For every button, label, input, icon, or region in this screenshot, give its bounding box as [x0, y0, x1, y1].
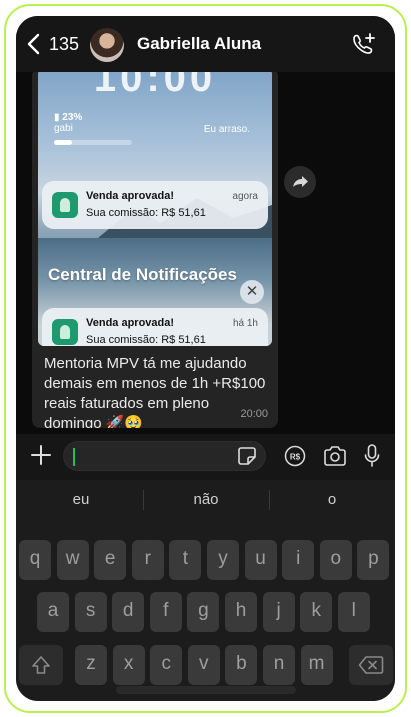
key-c[interactable]: c [150, 645, 183, 685]
suggestion-1[interactable]: eu [18, 480, 144, 520]
notification-title: Venda aprovada! [86, 190, 175, 202]
screenshot-image[interactable]: 10:00 ▮ 23% gabi Eu arraso. Venda aprova… [38, 68, 272, 346]
battery-bar [54, 140, 132, 145]
microphone-icon[interactable] [364, 443, 380, 469]
key-k[interactable]: k [300, 592, 333, 632]
key-x[interactable]: x [112, 645, 145, 685]
unread-count[interactable]: 135 [49, 32, 79, 56]
key-h[interactable]: h [225, 592, 257, 632]
key-u[interactable]: u [244, 540, 277, 580]
key-o[interactable]: o [319, 540, 352, 580]
cactus-app-icon [52, 192, 78, 218]
backspace-icon [358, 656, 384, 674]
notification-title: Venda aprovada! [86, 317, 175, 329]
contact-name[interactable]: Gabriella Aluna [137, 32, 261, 56]
notification-card[interactable]: Venda aprovada! Sua comissão: R$ 51,61 h… [42, 308, 268, 346]
message-bubble[interactable]: 10:00 ▮ 23% gabi Eu arraso. Venda aprova… [32, 68, 278, 428]
suggestion-2[interactable]: não [143, 480, 269, 520]
add-call-icon[interactable] [351, 32, 377, 56]
key-g[interactable]: g [187, 592, 220, 632]
key-j[interactable]: j [262, 592, 295, 632]
chat-area: 10:00 ▮ 23% gabi Eu arraso. Venda aprova… [16, 68, 395, 434]
payment-icon[interactable]: R$ [284, 445, 306, 467]
forward-button[interactable] [284, 166, 316, 198]
avatar[interactable] [90, 28, 124, 62]
key-y[interactable]: y [207, 540, 239, 580]
svg-text:R$: R$ [290, 453, 301, 462]
key-a[interactable]: a [37, 592, 69, 632]
close-icon[interactable]: ✕ [240, 280, 264, 304]
battery-bar-fill [54, 140, 72, 145]
key-w[interactable]: w [56, 540, 89, 580]
key-t[interactable]: t [169, 540, 202, 580]
key-e[interactable]: e [94, 540, 127, 580]
camera-icon[interactable] [323, 445, 347, 467]
key-z[interactable]: z [75, 645, 107, 685]
notification-card[interactable]: Venda aprovada! Sua comissão: R$ 51,61 a… [42, 181, 268, 229]
message-time: 20:00 [240, 408, 268, 420]
key-v[interactable]: v [187, 645, 220, 685]
key-d[interactable]: d [112, 592, 145, 632]
key-q[interactable]: q [19, 540, 51, 580]
notification-center-title: Central de Notificações [48, 265, 237, 284]
notification-time: há 1h [232, 318, 258, 329]
suggestion-3[interactable]: o [269, 480, 395, 520]
plus-icon[interactable] [30, 444, 52, 466]
shift-key[interactable] [19, 645, 63, 685]
key-n[interactable]: n [263, 645, 295, 685]
lockscreen-note: Eu arraso. [203, 124, 250, 135]
key-l[interactable]: l [337, 592, 370, 632]
cactus-app-icon [52, 319, 78, 345]
battery-owner: gabi [54, 123, 73, 134]
battery-percent: 23% [62, 112, 83, 123]
lockscreen-clock: 10:00 [93, 68, 217, 100]
forward-icon [293, 176, 308, 187]
home-indicator-area [116, 686, 296, 694]
message-text: Mentoria MPV tá me ajudando demais em me… [44, 355, 266, 428]
key-s[interactable]: s [74, 592, 107, 632]
notification-body: Sua comissão: R$ 51,61 [86, 207, 206, 219]
key-p[interactable]: p [357, 540, 390, 580]
shift-icon [32, 656, 50, 674]
battery-widget: ▮ 23% gabi [54, 112, 82, 134]
phone-screen: 135 Gabriella Aluna 10:00 ▮ 23% gabi Eu … [16, 16, 395, 701]
key-f[interactable]: f [149, 592, 182, 632]
key-r[interactable]: r [131, 540, 164, 580]
notification-time: agora [232, 191, 258, 202]
key-m[interactable]: m [300, 645, 333, 685]
message-input[interactable] [63, 441, 266, 471]
keyboard: eu não o qwertyuiop asdfghjkl zxcvbnm [16, 480, 395, 701]
notification-body: Sua comissão: R$ 51,61 [86, 334, 206, 346]
backspace-key[interactable] [349, 645, 393, 685]
back-icon[interactable] [24, 32, 46, 56]
chat-header: 135 Gabriella Aluna [16, 16, 395, 72]
text-cursor [73, 448, 75, 466]
sticker-icon[interactable] [237, 446, 257, 466]
message-input-bar: R$ [16, 434, 395, 480]
key-i[interactable]: i [282, 540, 315, 580]
key-b[interactable]: b [225, 645, 258, 685]
